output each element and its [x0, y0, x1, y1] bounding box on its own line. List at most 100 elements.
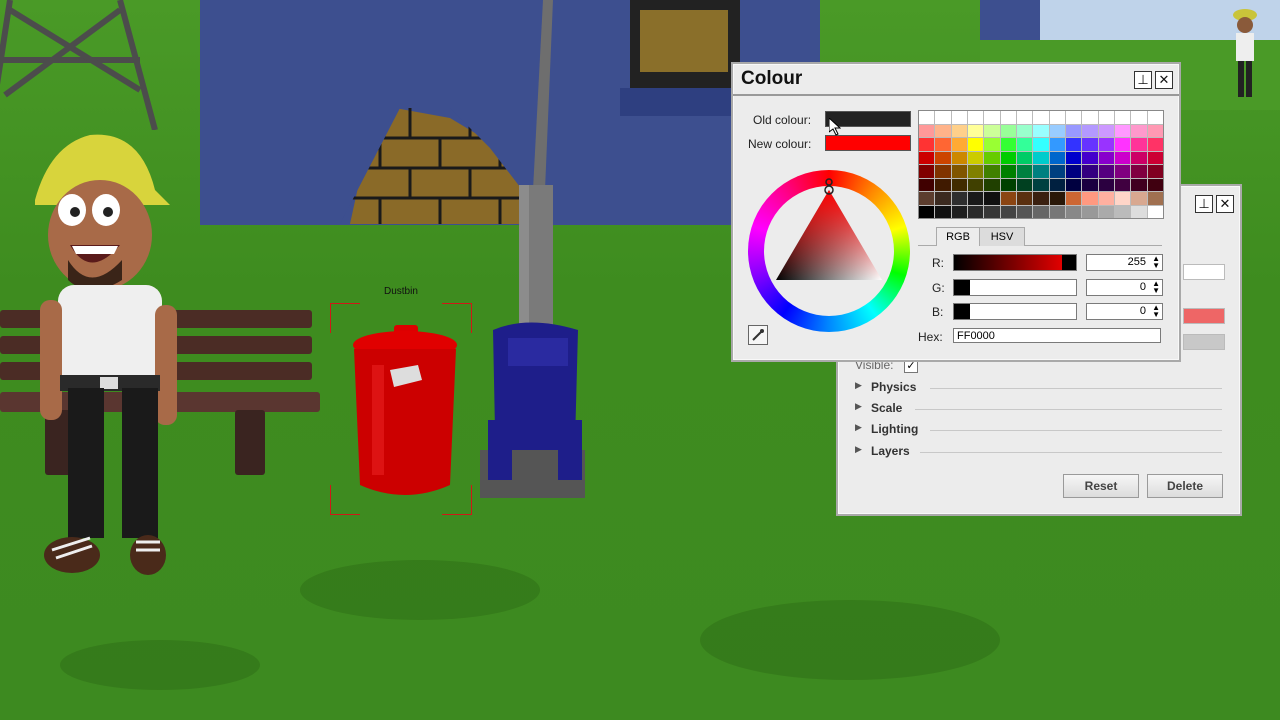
eyedropper-icon[interactable]: [748, 325, 768, 345]
palette-swatch[interactable]: [1114, 192, 1131, 205]
palette-swatch[interactable]: [1131, 138, 1147, 151]
palette-swatch[interactable]: [919, 165, 935, 178]
palette-swatch[interactable]: [1000, 151, 1016, 164]
palette-swatch[interactable]: [1049, 192, 1065, 205]
palette-swatch[interactable]: [951, 138, 967, 151]
palette-swatch[interactable]: [1000, 205, 1016, 218]
palette-swatch[interactable]: [1016, 111, 1033, 124]
new-colour-swatch[interactable]: [825, 135, 911, 151]
palette-swatch[interactable]: [1016, 151, 1033, 164]
palette-swatch[interactable]: [1000, 138, 1016, 151]
palette-swatch[interactable]: [1131, 124, 1147, 137]
g-slider[interactable]: [953, 279, 1077, 296]
palette-swatch[interactable]: [967, 151, 984, 164]
palette-swatch[interactable]: [1049, 165, 1065, 178]
expand-arrow-icon[interactable]: ▶: [855, 401, 862, 412]
expand-arrow-icon[interactable]: ▶: [855, 444, 862, 455]
palette-swatch[interactable]: [1016, 178, 1033, 191]
palette-swatch[interactable]: [1147, 165, 1163, 178]
palette-swatch[interactable]: [1082, 124, 1098, 137]
palette-swatch[interactable]: [967, 178, 984, 191]
palette-swatch[interactable]: [935, 138, 951, 151]
palette-swatch[interactable]: [935, 151, 951, 164]
palette-swatch[interactable]: [919, 205, 935, 218]
palette-swatch[interactable]: [1082, 205, 1098, 218]
palette-swatch[interactable]: [1131, 178, 1147, 191]
b-value-spinner[interactable]: 0 ▲ ▼: [1086, 303, 1163, 320]
palette-swatch[interactable]: [967, 205, 984, 218]
palette-swatch[interactable]: [935, 178, 951, 191]
palette-swatch[interactable]: [1033, 138, 1049, 151]
palette-swatch[interactable]: [919, 151, 935, 164]
palette-swatch[interactable]: [1114, 138, 1131, 151]
palette-swatch[interactable]: [1147, 151, 1163, 164]
palette-swatch[interactable]: [1147, 178, 1163, 191]
palette-swatch[interactable]: [1033, 151, 1049, 164]
r-value-spinner[interactable]: 255 ▲ ▼: [1086, 254, 1163, 271]
palette-swatch[interactable]: [1033, 205, 1049, 218]
palette-swatch[interactable]: [1000, 192, 1016, 205]
palette-swatch[interactable]: [1000, 124, 1016, 137]
palette-swatch[interactable]: [1000, 178, 1016, 191]
palette-swatch[interactable]: [1082, 151, 1098, 164]
close-icon[interactable]: ✕: [1155, 71, 1173, 89]
palette-swatch[interactable]: [951, 178, 967, 191]
palette-swatch[interactable]: [1131, 151, 1147, 164]
palette-swatch[interactable]: [984, 151, 1000, 164]
palette-swatch[interactable]: [951, 192, 967, 205]
palette-swatch[interactable]: [1033, 178, 1049, 191]
palette-swatch[interactable]: [1082, 111, 1098, 124]
palette-swatch[interactable]: [1016, 138, 1033, 151]
palette-swatch[interactable]: [1114, 178, 1131, 191]
palette-swatch[interactable]: [1147, 138, 1163, 151]
palette-swatch[interactable]: [1016, 165, 1033, 178]
palette-swatch[interactable]: [1016, 124, 1033, 137]
palette-swatch[interactable]: [1114, 165, 1131, 178]
palette-swatch[interactable]: [951, 165, 967, 178]
palette-swatch[interactable]: [984, 165, 1000, 178]
palette-swatch[interactable]: [919, 111, 935, 124]
section-physics[interactable]: Physics: [871, 380, 916, 394]
pin-icon[interactable]: ⊥: [1134, 71, 1152, 89]
palette-swatch[interactable]: [1114, 111, 1131, 124]
colour-palette[interactable]: [918, 110, 1164, 219]
palette-swatch[interactable]: [1114, 124, 1131, 137]
r-slider[interactable]: [953, 254, 1077, 271]
palette-swatch[interactable]: [935, 165, 951, 178]
palette-swatch[interactable]: [984, 205, 1000, 218]
palette-swatch[interactable]: [1049, 151, 1065, 164]
b-slider[interactable]: [953, 303, 1077, 320]
palette-swatch[interactable]: [1082, 178, 1098, 191]
palette-swatch[interactable]: [935, 192, 951, 205]
palette-swatch[interactable]: [1065, 205, 1082, 218]
palette-swatch[interactable]: [1098, 165, 1114, 178]
palette-swatch[interactable]: [951, 151, 967, 164]
palette-swatch[interactable]: [1131, 165, 1147, 178]
palette-swatch[interactable]: [1082, 138, 1098, 151]
g-value-spinner[interactable]: 0 ▲ ▼: [1086, 279, 1163, 296]
palette-swatch[interactable]: [984, 111, 1000, 124]
expand-arrow-icon[interactable]: ▶: [855, 380, 862, 391]
palette-swatch[interactable]: [951, 205, 967, 218]
palette-swatch[interactable]: [935, 205, 951, 218]
palette-swatch[interactable]: [967, 192, 984, 205]
delete-button[interactable]: Delete: [1147, 474, 1223, 498]
palette-swatch[interactable]: [984, 192, 1000, 205]
section-lighting[interactable]: Lighting: [871, 422, 918, 436]
palette-swatch[interactable]: [1098, 138, 1114, 151]
palette-swatch[interactable]: [1098, 151, 1114, 164]
palette-swatch[interactable]: [1065, 178, 1082, 191]
palette-swatch[interactable]: [1114, 205, 1131, 218]
palette-swatch[interactable]: [1065, 151, 1082, 164]
palette-swatch[interactable]: [1033, 124, 1049, 137]
dustbin[interactable]: [350, 325, 460, 500]
palette-swatch[interactable]: [1049, 138, 1065, 151]
palette-swatch[interactable]: [1098, 205, 1114, 218]
field[interactable]: [1183, 264, 1225, 280]
palette-swatch[interactable]: [1082, 165, 1098, 178]
hex-input[interactable]: FF0000: [953, 328, 1161, 343]
close-icon[interactable]: ✕: [1216, 195, 1234, 213]
cartoon-character[interactable]: [30, 130, 190, 590]
palette-swatch[interactable]: [967, 138, 984, 151]
palette-swatch[interactable]: [1131, 205, 1147, 218]
